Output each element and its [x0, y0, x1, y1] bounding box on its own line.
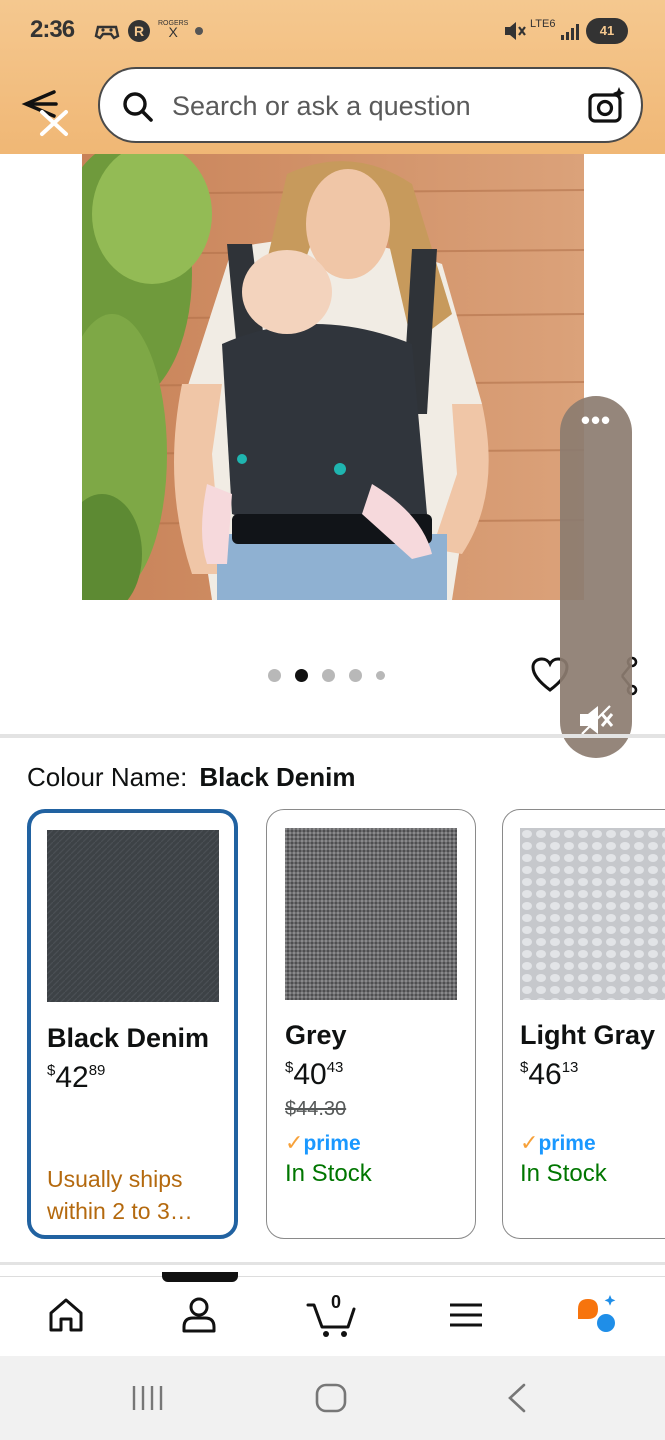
account-icon[interactable]	[175, 1291, 223, 1339]
colour-selected-name: Black Denim	[199, 762, 356, 792]
swatch-availability: In Stock	[285, 1160, 372, 1187]
swatch-card-light-gray[interactable]: Light Gray $4613 ✓prime In Stock	[502, 809, 665, 1239]
swatch-card-grey[interactable]: Grey $4043 $44.30 ✓prime In Stock	[266, 809, 476, 1239]
prime-check-icon: ✓	[285, 1130, 304, 1155]
swatch-name: Light Gray	[520, 1020, 656, 1050]
price-fraction: 89	[88, 1062, 106, 1079]
back-system-icon[interactable]	[498, 1382, 538, 1414]
search-icon	[120, 89, 156, 125]
prime-label: prime	[538, 1132, 596, 1155]
home-icon[interactable]	[42, 1291, 90, 1339]
swatch-price: $4613	[520, 1058, 578, 1092]
prime-badge: ✓prime	[520, 1130, 596, 1156]
gallery-dot[interactable]	[322, 668, 335, 682]
gallery-dot[interactable]	[376, 670, 385, 680]
swatch-image	[47, 830, 219, 1002]
swatch-card-black-denim[interactable]: Black Denim $4289 Usually ships within 2…	[27, 809, 238, 1239]
menu-icon[interactable]	[442, 1291, 490, 1339]
status-bar: 2:36 R ROGERS X LTE6 41	[0, 0, 665, 62]
mute-status-icon	[502, 18, 528, 44]
app-header: 2:36 R ROGERS X LTE6 41	[0, 0, 665, 154]
swatch-image	[285, 828, 457, 1000]
swatch-availability: Usually ships within 2 to 3…	[47, 1166, 193, 1224]
price-fraction: 13	[561, 1059, 579, 1076]
carrier-label: ROGERS X	[158, 20, 188, 40]
price-whole: 46	[528, 1058, 562, 1091]
signal-icon	[560, 22, 584, 40]
colour-label: Colour Name:	[27, 762, 188, 792]
search-bar[interactable]	[98, 67, 643, 143]
camera-search-icon[interactable]	[586, 85, 628, 127]
floating-video-panel[interactable]: •••	[560, 396, 632, 758]
swatch-price: $4043	[285, 1058, 343, 1092]
prime-badge: ✓prime	[285, 1130, 361, 1156]
prime-check-icon: ✓	[520, 1130, 539, 1155]
prime-label: prime	[303, 1132, 361, 1155]
android-navigation-bar	[0, 1356, 665, 1440]
swatch-list-price: $44.30	[285, 1098, 347, 1120]
status-time: 2:36	[30, 16, 75, 43]
product-image[interactable]	[82, 154, 584, 600]
swatch-name: Black Denim	[47, 1023, 210, 1053]
gallery-dot[interactable]	[349, 668, 362, 682]
gallery-pagination	[268, 668, 385, 682]
swatch-availability: In Stock	[520, 1160, 607, 1187]
carrier-sub: X	[168, 24, 178, 40]
section-divider	[0, 1262, 665, 1265]
search-input[interactable]	[172, 87, 572, 125]
cart-count: 0	[330, 1292, 341, 1312]
gallery-dot-active[interactable]	[295, 668, 308, 682]
back-button[interactable]	[18, 84, 78, 144]
rufus-ai-icon[interactable]	[574, 1291, 622, 1339]
swatch-image	[520, 828, 665, 1000]
gallery-dot[interactable]	[268, 668, 281, 682]
swatch-name: Grey	[285, 1020, 347, 1050]
price-whole: 42	[55, 1061, 89, 1094]
svg-text:R: R	[134, 23, 144, 39]
home-system-icon[interactable]	[312, 1382, 352, 1414]
recent-apps-icon[interactable]	[128, 1382, 168, 1414]
section-divider	[0, 734, 665, 738]
network-label: LTE6	[530, 18, 556, 30]
more-options-icon[interactable]: •••	[560, 407, 632, 433]
bottom-navigation	[0, 1276, 665, 1356]
game-controller-icon	[94, 18, 120, 44]
price-fraction: 43	[326, 1059, 344, 1076]
rogers-logo-icon: R	[126, 18, 152, 44]
notification-dot	[195, 27, 203, 35]
sheet-handle[interactable]	[162, 1272, 238, 1282]
colour-name-row: Colour Name: Black Denim	[27, 762, 355, 793]
swatch-price: $4289	[47, 1061, 105, 1095]
price-whole: 40	[293, 1058, 327, 1091]
battery-indicator: 41	[586, 18, 628, 44]
